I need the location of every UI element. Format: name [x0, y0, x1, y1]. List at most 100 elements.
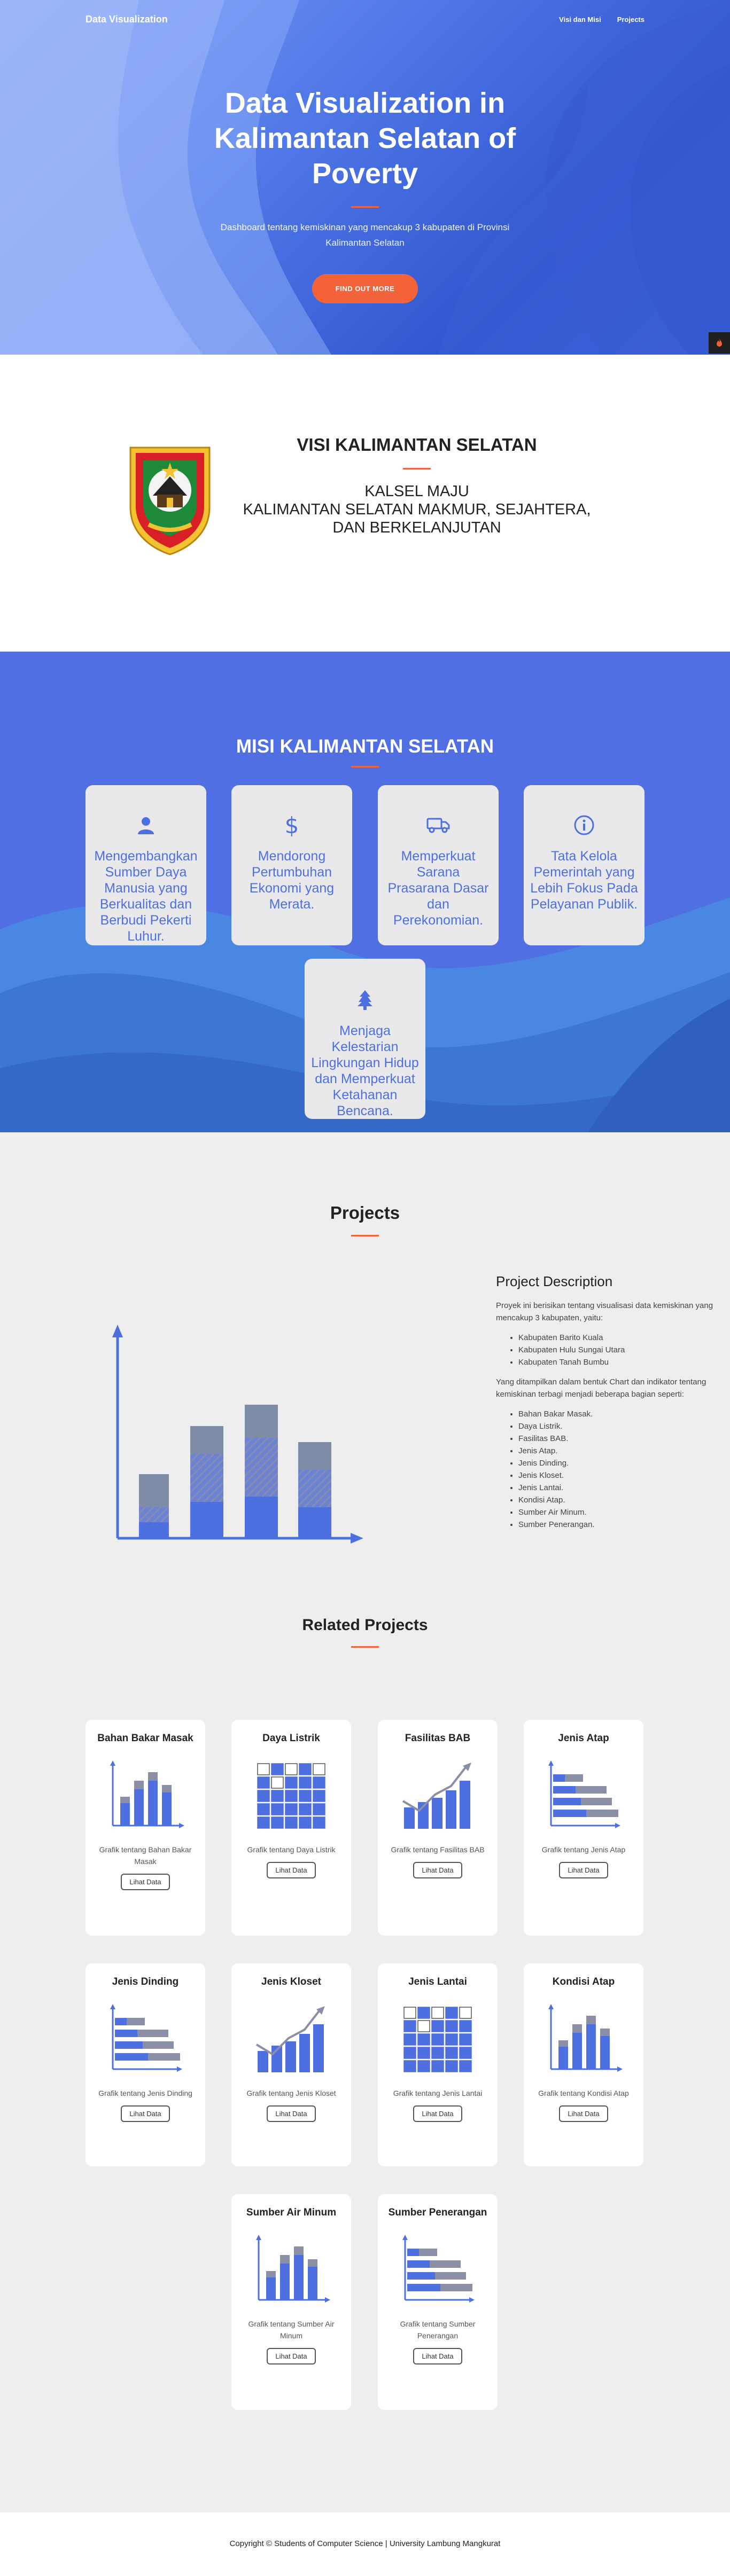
- hero-content: Data Visualization in Kalimantan Selatan…: [0, 85, 730, 303]
- card-description: Grafik tentang Jenis Dinding: [98, 2089, 192, 2097]
- bar-chart-icon: [524, 2003, 643, 2076]
- misi-text: Tata Kelola Pemerintah yang Lebih Fokus …: [530, 849, 638, 912]
- visi-title: VISI KALIMANTAN SELATAN: [297, 435, 537, 455]
- related-project-card: Bahan Bakar Masak Grafik tentang Bahan B…: [86, 1720, 205, 1936]
- hero-divider: [351, 206, 379, 208]
- card-title: Fasilitas BAB: [405, 1733, 471, 1744]
- project-illustration-chart: [112, 1325, 363, 1544]
- list-item: Jenis Kloset.: [518, 1469, 730, 1482]
- card-title: Jenis Lantai: [408, 1976, 467, 1987]
- trend-chart-icon: [231, 2003, 351, 2076]
- flame-icon: [717, 339, 722, 347]
- bar-chart-icon: [86, 1759, 205, 1832]
- kabupaten-list: Kabupaten Barito Kuala Kabupaten Hulu Su…: [518, 1332, 730, 1368]
- lihat-data-button[interactable]: Lihat Data: [559, 1862, 608, 1878]
- misi-text: Mengembangkan Sumber Daya Manusia yang B…: [94, 849, 198, 944]
- card-title: Daya Listrik: [262, 1733, 320, 1744]
- user-icon: [138, 817, 154, 834]
- list-item: Sumber Penerangan.: [518, 1518, 730, 1531]
- info-icon: [574, 815, 594, 835]
- nav-links: Visi dan Misi Projects: [559, 15, 644, 24]
- card-description: Grafik tentang Kondisi Atap: [538, 2089, 629, 2097]
- grid-icon: [378, 2003, 498, 2076]
- misi-card: $ Mendorong Pertumbuhan Ekonomi yang Mer…: [231, 785, 352, 945]
- horizontal-bar-icon: [86, 2003, 205, 2076]
- svg-text:$: $: [285, 814, 299, 836]
- dollar-icon: $: [285, 814, 299, 836]
- misi-divider: [351, 766, 379, 768]
- tree-icon: [358, 990, 372, 1010]
- project-description-title: Project Description: [496, 1273, 613, 1289]
- lihat-data-button[interactable]: Lihat Data: [413, 2105, 462, 2122]
- list-item: Fasilitas BAB.: [518, 1432, 730, 1445]
- nav-link-projects[interactable]: Projects: [617, 15, 644, 24]
- list-item: Sumber Air Minum.: [518, 1506, 730, 1518]
- hero-subtitle: Dashboard tentang kemiskinan yang mencak…: [220, 222, 510, 248]
- trend-chart-icon: [378, 1759, 498, 1832]
- card-description: Grafik tentang Jenis Lantai: [393, 2089, 483, 2097]
- misi-card: Tata Kelola Pemerintah yang Lebih Fokus …: [524, 785, 644, 945]
- find-out-more-button[interactable]: FIND OUT MORE: [312, 274, 418, 303]
- card-description: Grafik tentang Sumber Air Minum: [248, 2320, 335, 2340]
- related-project-card: Fasilitas BAB Grafik tentang Fasilitas B…: [378, 1720, 498, 1936]
- misi-text: Memperkuat Sarana Prasarana Dasar dan Pe…: [387, 849, 489, 928]
- hero-section: Data Visualization Visi dan Misi Project…: [0, 0, 730, 355]
- misi-title: MISI KALIMANTAN SELATAN: [236, 736, 494, 757]
- visi-divider: [403, 468, 431, 469]
- hero-title: Data Visualization in Kalimantan Selatan…: [214, 87, 516, 190]
- list-item: Kabupaten Hulu Sungai Utara: [518, 1344, 730, 1356]
- visi-statement: KALIMANTAN SELATAN MAKMUR, SEJAHTERA, DA…: [243, 501, 591, 536]
- card-title: Sumber Penerangan: [388, 2207, 487, 2218]
- card-title: Sumber Air Minum: [246, 2207, 337, 2218]
- indikator-list: Bahan Bakar Masak. Daya Listrik. Fasilit…: [518, 1408, 730, 1531]
- horizontal-bar-icon: [378, 2234, 498, 2306]
- nav-link-visi-misi[interactable]: Visi dan Misi: [559, 15, 601, 24]
- related-project-card: Kondisi Atap Grafik tentang Kondisi Atap…: [524, 1963, 643, 2166]
- related-project-card: Sumber Penerangan Grafik tentang Sumber …: [378, 2194, 498, 2410]
- projects-divider: [351, 1235, 379, 1236]
- list-item: Kabupaten Tanah Bumbu: [518, 1356, 730, 1368]
- card-description: Grafik tentang Bahan Bakar Masak: [99, 1845, 192, 1866]
- related-project-card: Daya Listrik Grafik tentang Daya Listrik…: [231, 1720, 351, 1936]
- project-description: Project Description Proyek ini berisikan…: [496, 1273, 730, 1538]
- card-description: Grafik tentang Jenis Kloset: [246, 2089, 336, 2097]
- navbar: Data Visualization Visi dan Misi Project…: [0, 0, 730, 38]
- card-description: Grafik tentang Fasilitas BAB: [391, 1845, 485, 1854]
- related-project-card: Sumber Air Minum Grafik tentang Sumber A…: [231, 2194, 351, 2410]
- misi-text: Mendorong Pertumbuhan Ekonomi yang Merat…: [249, 849, 335, 912]
- lihat-data-button[interactable]: Lihat Data: [267, 2105, 316, 2122]
- lihat-data-button[interactable]: Lihat Data: [267, 1862, 316, 1878]
- lihat-data-button[interactable]: Lihat Data: [121, 1874, 170, 1890]
- lihat-data-button[interactable]: Lihat Data: [559, 2105, 608, 2122]
- card-description: Grafik tentang Daya Listrik: [247, 1845, 336, 1854]
- lihat-data-button[interactable]: Lihat Data: [413, 2348, 462, 2364]
- corner-widget[interactable]: [709, 332, 730, 354]
- misi-text: Menjaga Kelestarian Lingkungan Hidup dan…: [311, 1023, 419, 1118]
- grid-icon: [231, 1759, 351, 1832]
- visi-section: VISI KALIMANTAN SELATAN KALSEL MAJU KALI…: [0, 355, 730, 652]
- card-title: Kondisi Atap: [552, 1976, 615, 1987]
- list-item: Kondisi Atap.: [518, 1494, 730, 1506]
- related-projects-divider: [351, 1646, 379, 1648]
- navbar-brand[interactable]: Data Visualization: [86, 14, 168, 25]
- visi-text: VISI KALIMANTAN SELATAN KALSEL MAJU KALI…: [230, 435, 604, 537]
- list-item: Daya Listrik.: [518, 1420, 730, 1432]
- card-title: Bahan Bakar Masak: [97, 1733, 193, 1744]
- lihat-data-button[interactable]: Lihat Data: [413, 1862, 462, 1878]
- related-project-card: Jenis Lantai Grafik tentang Jenis Lantai…: [378, 1963, 498, 2166]
- list-item: Kabupaten Barito Kuala: [518, 1332, 730, 1344]
- misi-section: MISI KALIMANTAN SELATAN Mengembangkan Su…: [0, 652, 730, 1132]
- horizontal-bar-icon: [524, 1759, 643, 1832]
- project-description-mid: Yang ditampilkan dalam bentuk Chart dan …: [496, 1377, 706, 1399]
- card-title: Jenis Atap: [558, 1733, 609, 1744]
- list-item: Bahan Bakar Masak.: [518, 1408, 730, 1420]
- related-project-card: Jenis Dinding Grafik tentang Jenis Dindi…: [86, 1963, 205, 2166]
- lihat-data-button[interactable]: Lihat Data: [267, 2348, 316, 2364]
- projects-title: Projects: [330, 1203, 400, 1223]
- lihat-data-button[interactable]: Lihat Data: [121, 2105, 170, 2122]
- card-title: Jenis Kloset: [261, 1976, 321, 1987]
- footer: Copyright © Students of Computer Science…: [0, 2512, 730, 2576]
- misi-card: Mengembangkan Sumber Daya Manusia yang B…: [86, 785, 206, 945]
- list-item: Jenis Dinding.: [518, 1457, 730, 1469]
- related-project-card: Jenis Atap Grafik tentang Jenis Atap Lih…: [524, 1720, 643, 1936]
